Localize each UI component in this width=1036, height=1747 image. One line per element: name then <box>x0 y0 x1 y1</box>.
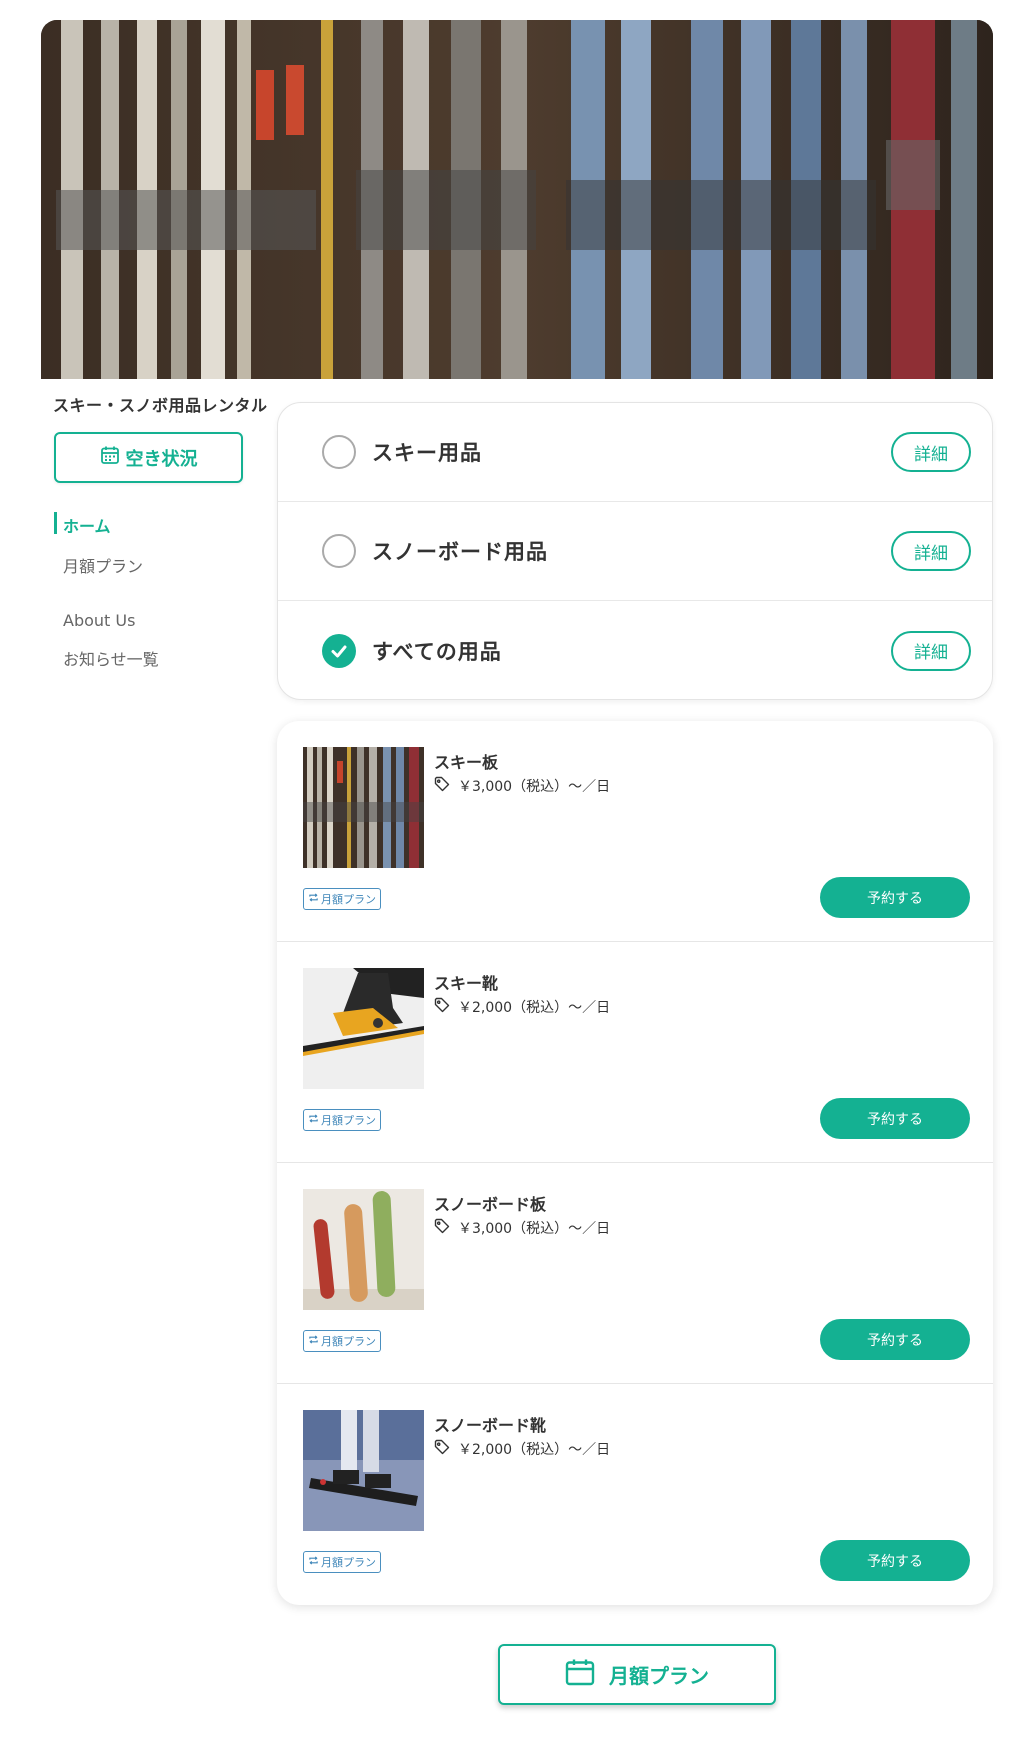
category-selector: スキー用品 詳細 スノーボード用品 詳細 すべての用品 詳細 <box>277 402 993 700</box>
price-tag-icon <box>434 1218 450 1238</box>
ski-boot-thumb <box>303 968 424 1089</box>
snowboard-boot-thumb <box>303 1410 424 1531</box>
sidebar-item-monthly-plan[interactable]: 月額プラン <box>41 545 271 585</box>
repeat-icon <box>308 892 319 906</box>
monthly-plan-badge: 月額プラン <box>303 1330 381 1352</box>
price-tag-icon <box>434 1439 450 1459</box>
product-name: スキー靴 <box>434 974 499 993</box>
availability-label: 空き状況 <box>125 448 198 469</box>
price-tag-icon <box>434 997 450 1017</box>
category-label: スキー用品 <box>372 441 482 465</box>
detail-button[interactable]: 詳細 <box>891 531 971 571</box>
monthly-plan-badge: 月額プラン <box>303 1109 381 1131</box>
reserve-button[interactable]: 予約する <box>820 1098 970 1139</box>
sidebar-item-about-us[interactable]: About Us <box>41 603 271 638</box>
category-row-ski[interactable]: スキー用品 詳細 <box>278 403 992 502</box>
badge-label: 月額プラン <box>321 893 376 906</box>
detail-button[interactable]: 詳細 <box>891 630 971 671</box>
repeat-icon <box>308 1555 319 1569</box>
product-item: スノーボード板 ￥3,000（税込）〜／日 月額プラン 予約する <box>277 1163 993 1384</box>
radio-checked-icon[interactable] <box>322 633 356 668</box>
monthly-plan-button[interactable]: 月額プラン <box>498 1644 776 1705</box>
repeat-icon <box>308 1334 319 1348</box>
reserve-button[interactable]: 予約する <box>820 877 970 918</box>
category-label: スノーボード用品 <box>372 540 548 564</box>
calendar-icon <box>100 445 120 470</box>
ski-rack-photo <box>41 20 993 379</box>
product-item: スノーボード靴 ￥2,000（税込）〜／日 月額プラン 予約する <box>277 1384 993 1605</box>
monthly-plan-badge: 月額プラン <box>303 1551 381 1573</box>
hero-image <box>41 20 993 379</box>
detail-button[interactable]: 詳細 <box>891 432 971 472</box>
badge-label: 月額プラン <box>321 1335 376 1348</box>
repeat-icon <box>308 1113 319 1127</box>
price-text: ￥3,000（税込）〜／日 <box>458 779 611 795</box>
radio-unchecked-icon[interactable] <box>322 534 356 568</box>
sidebar-item-news[interactable]: お知らせ一覧 <box>41 638 271 678</box>
product-item: スキー板 ￥3,000（税込）〜／日 月額プラン 予約する <box>277 721 993 942</box>
product-item: スキー靴 ￥2,000（税込）〜／日 月額プラン 予約する <box>277 942 993 1163</box>
category-label: すべての用品 <box>372 639 502 664</box>
shop-title: スキー・スノボ用品レンタル <box>53 396 268 415</box>
price-text: ￥3,000（税込）〜／日 <box>458 1221 611 1237</box>
ski-rack-thumb <box>303 747 424 868</box>
product-list: スキー板 ￥3,000（税込）〜／日 月額プラン 予約する スキー靴 ￥2,00… <box>277 721 993 1605</box>
snowboard-thumb <box>303 1189 424 1310</box>
sidebar-nav: ホーム 月額プラン About Us お知らせ一覧 <box>41 505 271 678</box>
calendar-icon <box>565 1658 595 1692</box>
reserve-button[interactable]: 予約する <box>820 1319 970 1360</box>
product-name: スノーボード靴 <box>434 1416 547 1435</box>
price-tag-icon <box>434 776 450 796</box>
product-name: スキー板 <box>434 753 499 772</box>
monthly-plan-badge: 月額プラン <box>303 888 381 910</box>
product-price: ￥2,000（税込）〜／日 <box>434 997 610 1017</box>
category-row-all[interactable]: すべての用品 詳細 <box>278 601 992 699</box>
product-price: ￥3,000（税込）〜／日 <box>434 776 610 796</box>
radio-unchecked-icon[interactable] <box>322 435 356 469</box>
badge-label: 月額プラン <box>321 1556 376 1569</box>
price-text: ￥2,000（税込）〜／日 <box>458 1000 611 1016</box>
product-price: ￥3,000（税込）〜／日 <box>434 1218 610 1238</box>
product-price: ￥2,000（税込）〜／日 <box>434 1439 610 1459</box>
badge-label: 月額プラン <box>321 1114 376 1127</box>
availability-button[interactable]: 空き状況 <box>54 432 243 483</box>
sidebar-item-home[interactable]: ホーム <box>41 505 271 545</box>
price-text: ￥2,000（税込）〜／日 <box>458 1442 611 1458</box>
category-row-snowboard[interactable]: スノーボード用品 詳細 <box>278 502 992 601</box>
monthly-plan-label: 月額プラン <box>609 1666 709 1688</box>
product-name: スノーボード板 <box>434 1195 547 1214</box>
reserve-button[interactable]: 予約する <box>820 1540 970 1581</box>
sidebar: スキー・スノボ用品レンタル 空き状況 ホーム 月額プラン About Us お知… <box>41 392 271 678</box>
